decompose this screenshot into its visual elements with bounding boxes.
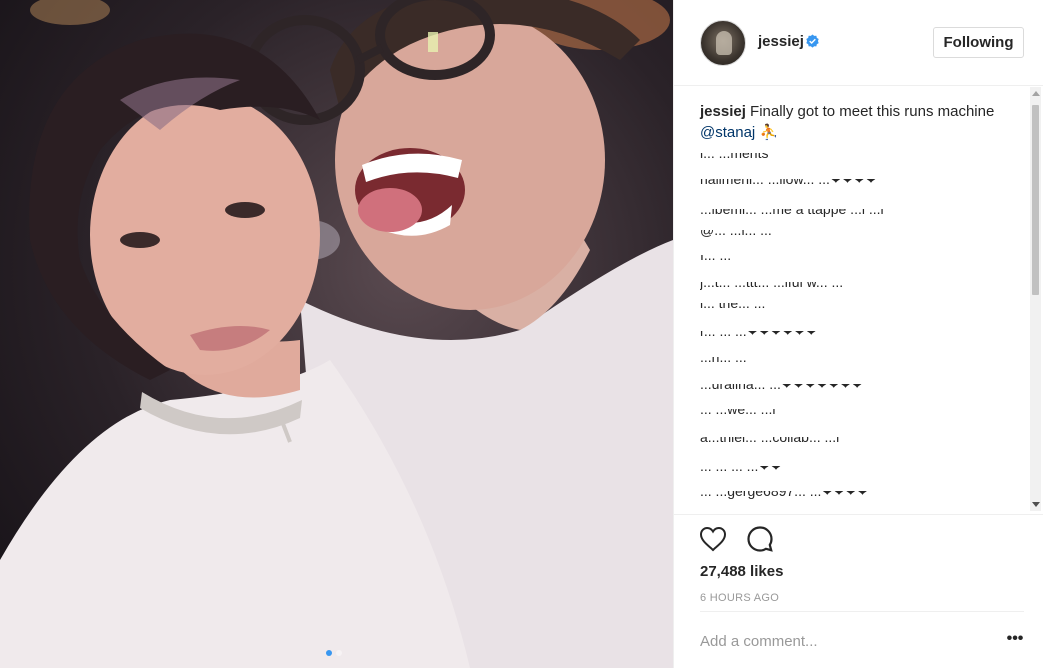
ellipsis-icon[interactable]: •••	[1006, 631, 1024, 651]
speech-bubble-icon[interactable]	[746, 525, 774, 553]
list-item: halimehi... ...llow... ...❤❤❤❤	[700, 179, 877, 187]
list-item: r... ... ...❤❤❤❤❤❤	[700, 331, 818, 339]
add-comment-bar: •••	[700, 611, 1024, 668]
selfie-image	[0, 0, 673, 668]
list-item: ... ...gerge6897... ...❤❤❤❤	[700, 491, 869, 499]
verified-badge-icon	[806, 34, 819, 48]
list-item: I... ...	[700, 255, 732, 263]
following-button[interactable]: Following	[933, 27, 1024, 58]
carousel-dot[interactable]	[336, 650, 342, 656]
list-item: j...t... ...ttt... ...iful w... ...	[700, 282, 844, 290]
heart-icon[interactable]	[699, 526, 727, 552]
comments-list[interactable]: jessiej Finally got to meet this runs ma…	[674, 87, 1043, 514]
list-item: i... the... ...	[700, 303, 766, 311]
carousel-dots[interactable]	[326, 650, 342, 656]
carousel-dot[interactable]	[326, 650, 332, 656]
instagram-post-view: jessiej Following jessiej Finally got to…	[0, 0, 1043, 668]
list-item: ... ...we... ...l	[700, 409, 776, 417]
caption-text: Finally got to meet this runs machine	[750, 103, 995, 120]
list-item: ...uralina... ...❤❤❤❤❤❤❤	[700, 384, 864, 392]
scrollbar-thumb[interactable]	[1032, 105, 1039, 295]
list-item: ...n... ...	[700, 357, 747, 365]
list-item: @... ...l... ...	[700, 230, 772, 238]
caption-username[interactable]: jessiej	[700, 103, 746, 120]
post-header: jessiej Following	[674, 0, 1043, 86]
list-item: ... ... ... ...❤❤	[700, 466, 782, 474]
post-actions: 27,488 likes 6 HOURS AGO	[674, 514, 1043, 610]
caption-mention[interactable]: @stanaj	[700, 124, 755, 141]
comments-scrollbar[interactable]	[1030, 87, 1041, 511]
avatar[interactable]	[700, 20, 746, 66]
post-photo[interactable]	[0, 0, 673, 668]
scroll-up-arrow-icon[interactable]	[1032, 91, 1040, 96]
list-item: l... ...ments	[700, 153, 769, 161]
post-details-panel: jessiej Following jessiej Finally got to…	[673, 0, 1043, 668]
username-link[interactable]: jessiej	[758, 33, 804, 50]
list-item: a...thiel... ...collab... ...l	[700, 437, 840, 445]
post-timestamp[interactable]: 6 HOURS AGO	[700, 592, 779, 604]
like-count[interactable]: 27,488 likes	[700, 563, 783, 580]
scroll-down-arrow-icon[interactable]	[1032, 502, 1040, 507]
post-caption: jessiej Finally got to meet this runs ma…	[700, 101, 1000, 143]
list-item: ...ibemi... ...me à ttappe ...l ...l	[700, 209, 884, 217]
caption-emoji: ⛹	[759, 124, 779, 141]
comment-input[interactable]	[700, 630, 990, 652]
